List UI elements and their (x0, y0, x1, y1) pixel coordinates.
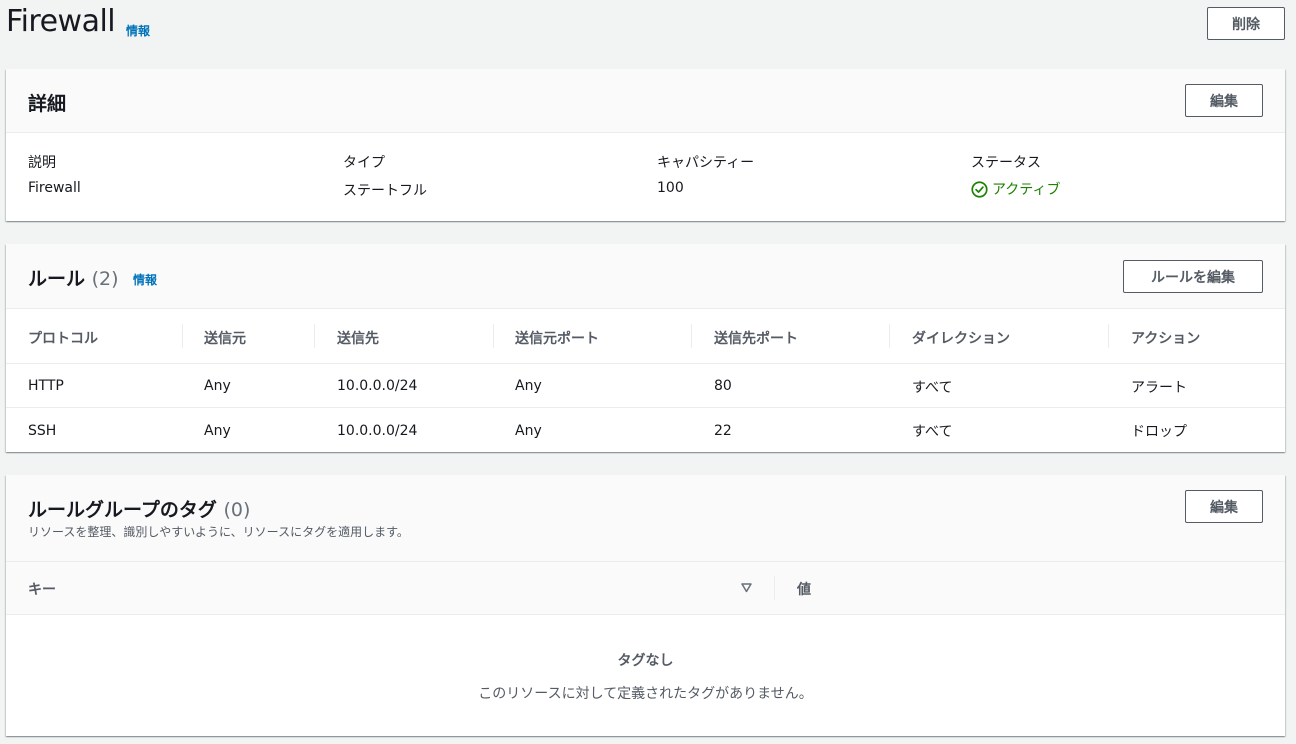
cell-destination-port: 80 (714, 378, 732, 394)
cell-source: Any (204, 378, 231, 394)
tags-description: リソースを整理、識別しやすいように、リソースにタグを適用します。 (28, 525, 409, 539)
cell-protocol: HTTP (28, 378, 64, 394)
details-edit-button[interactable]: 編集 (1185, 84, 1263, 117)
tags-count: (0) (223, 499, 251, 521)
table-divider (6, 363, 1285, 364)
check-circle-icon (971, 180, 988, 198)
sort-down-triangle-icon[interactable] (741, 583, 752, 593)
delete-button[interactable]: 削除 (1207, 7, 1285, 40)
cell-destination: 10.0.0.0/24 (337, 378, 418, 394)
cell-source-port: Any (515, 378, 542, 394)
tags-table-header: キー 値 (6, 562, 1285, 615)
cell-direction: すべて (912, 424, 953, 440)
column-header-action: アクション (1131, 331, 1201, 347)
rules-panel-header: ルール (2) 情報 (6, 244, 1285, 309)
status-badge: アクティブ (971, 179, 1060, 199)
column-divider (493, 324, 494, 348)
column-header-destination: 送信先 (337, 331, 379, 347)
field-label-capacity: キャパシティー (657, 155, 755, 171)
page-header: Firewall 情報 (6, 0, 1285, 50)
column-header-source: 送信元 (204, 331, 246, 347)
rules-panel: ルール (2) 情報 ルールを編集 プロトコル 送信元 送信先 送信元ポート 送… (6, 244, 1285, 452)
column-header-value: 値 (797, 582, 811, 598)
column-header-protocol: プロトコル (28, 331, 98, 347)
tags-panel-header: ルールグループのタグ (0) リソースを整理、識別しやすいように、リソースにタグ… (6, 475, 1285, 562)
page-title: Firewall (6, 4, 116, 39)
column-header-key[interactable]: キー (28, 579, 56, 599)
column-header-source-port: 送信元ポート (515, 331, 599, 347)
empty-state-message: このリソースに対して定義されたタグがありません。 (478, 686, 813, 702)
details-panel-header: 詳細 (6, 69, 1285, 133)
field-label-status: ステータス (971, 155, 1041, 171)
page-info-link[interactable]: 情報 (126, 22, 150, 39)
cell-destination: 10.0.0.0/24 (337, 423, 418, 439)
column-header-direction: ダイレクション (912, 331, 1010, 347)
table-divider (6, 407, 1285, 408)
rules-title-text: ルール (28, 268, 86, 290)
column-divider (889, 324, 890, 348)
cell-source: Any (204, 423, 231, 439)
field-value-capacity: 100 (657, 180, 684, 196)
tags-edit-button[interactable]: 編集 (1185, 490, 1263, 523)
details-panel: 詳細 編集 説明 Firewall タイプ ステートフル キャパシティー 100… (6, 69, 1285, 221)
field-value-type: ステートフル (343, 183, 427, 199)
column-divider (774, 576, 775, 600)
rules-title: ルール (2) (28, 264, 119, 291)
tags-panel: ルールグループのタグ (0) リソースを整理、識別しやすいように、リソースにタグ… (6, 475, 1285, 736)
cell-protocol: SSH (28, 423, 57, 439)
field-label-type: タイプ (343, 155, 385, 171)
column-header-destination-port: 送信先ポート (714, 331, 798, 347)
cell-action: アラート (1131, 380, 1187, 396)
cell-source-port: Any (515, 423, 542, 439)
status-value: アクティブ (992, 182, 1061, 198)
tags-title: ルールグループのタグ (0) (28, 495, 250, 522)
empty-state-title: タグなし (617, 653, 674, 669)
cell-destination-port: 22 (714, 423, 732, 439)
column-divider (1108, 324, 1109, 348)
details-title: 詳細 (28, 93, 67, 115)
edit-rules-button[interactable]: ルールを編集 (1123, 260, 1263, 293)
cell-action: ドロップ (1131, 424, 1187, 440)
column-divider (314, 324, 315, 348)
tags-title-text: ルールグループのタグ (28, 499, 217, 521)
empty-state: タグなし このリソースに対して定義されたタグがありません。 (6, 615, 1285, 736)
cell-direction: すべて (912, 380, 953, 396)
column-divider (182, 324, 183, 348)
rules-info-link[interactable]: 情報 (133, 271, 157, 288)
field-label-description: 説明 (28, 155, 56, 171)
column-divider (691, 324, 692, 348)
field-value-description: Firewall (28, 180, 81, 196)
rules-count: (2) (91, 268, 119, 290)
